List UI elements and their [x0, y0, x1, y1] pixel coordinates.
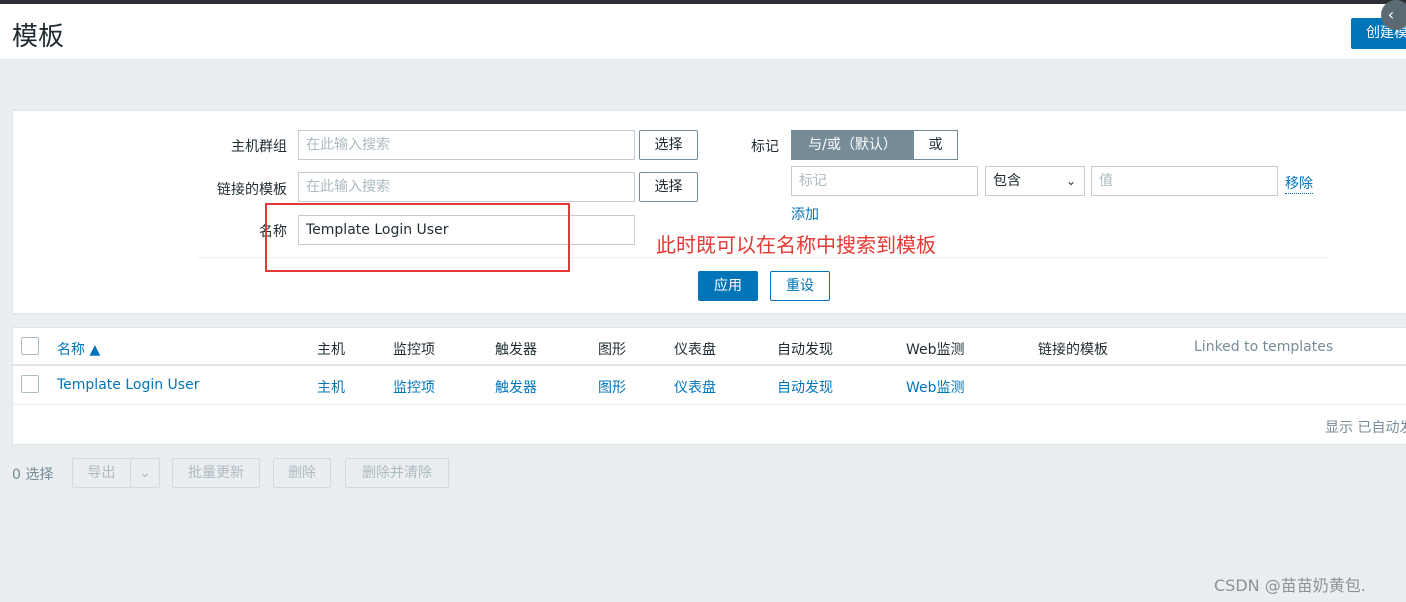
column-header-items: 监控项 [393, 342, 435, 358]
column-header-linked-to-templates: Linked to templates [1194, 339, 1334, 355]
column-header-triggers: 触发器 [495, 342, 537, 358]
triggers-link[interactable]: 触发器 [495, 377, 537, 397]
delete-and-clear-button[interactable]: 删除并清除 [345, 458, 449, 488]
linked-templates-select-button[interactable]: 选择 [639, 172, 698, 202]
filter-panel: 主机群组 在此输入搜索 选择 链接的模板 在此输入搜索 选择 名称 Templa… [12, 110, 1406, 314]
templates-table: 名称 ▲ 主机 监控项 触发器 图形 仪表盘 自动发现 Web监测 链接的模板 … [12, 327, 1406, 445]
discovery-link[interactable]: 自动发现 [777, 377, 833, 397]
apply-button[interactable]: 应用 [698, 271, 758, 301]
tag-remove-link[interactable]: 移除 [1285, 173, 1313, 194]
column-header-discovery: 自动发现 [777, 342, 833, 358]
graphs-link[interactable]: 图形 [598, 377, 626, 397]
column-header-web: Web监测 [906, 342, 965, 358]
column-header-name[interactable]: 名称 ▲ [57, 339, 100, 359]
host-groups-input[interactable]: 在此输入搜索 [298, 130, 635, 160]
column-header-linked-templates: 链接的模板 [1038, 342, 1108, 358]
page-header: 模板 创建模板 [0, 4, 1406, 60]
linked-templates-input[interactable]: 在此输入搜索 [298, 172, 635, 202]
dashboards-link[interactable]: 仪表盘 [674, 377, 716, 397]
column-header-hosts: 主机 [317, 342, 345, 358]
host-groups-label: 主机群组 [231, 139, 287, 155]
mass-update-button[interactable]: 批量更新 [172, 458, 260, 488]
items-link[interactable]: 监控项 [393, 377, 435, 397]
hosts-link[interactable]: 主机 [317, 377, 345, 397]
row-separator [13, 404, 1406, 405]
template-name-link[interactable]: Template Login User [57, 377, 199, 393]
tags-mode-or-button[interactable]: 或 [913, 130, 958, 160]
tag-add-link[interactable]: 添加 [791, 204, 819, 224]
column-header-graphs: 图形 [598, 342, 626, 358]
delete-button[interactable]: 删除 [273, 458, 331, 488]
export-button[interactable]: 导出 [72, 458, 131, 488]
annotation-text: 此时既可以在名称中搜索到模板 [656, 233, 936, 257]
chevron-down-icon: ⌄ [1065, 174, 1076, 188]
table-header-separator [13, 364, 1406, 366]
chevron-left-icon[interactable]: ‹ [1381, 0, 1406, 30]
web-link[interactable]: Web监测 [906, 377, 965, 397]
chevron-down-icon: ⌄ [139, 465, 151, 481]
watermark: CSDN @苗苗奶黄包. [1214, 576, 1366, 595]
tags-label: 标记 [751, 139, 779, 155]
reset-button[interactable]: 重设 [770, 271, 830, 301]
page-title: 模板 [12, 22, 65, 52]
display-info: 显示 已自动发现 [1325, 420, 1406, 436]
tag-value-input[interactable]: 值 [1091, 166, 1278, 196]
selected-count: 0 选择 [12, 467, 54, 483]
linked-templates-label: 链接的模板 [217, 182, 287, 198]
column-header-dashboards: 仪表盘 [674, 342, 716, 358]
tags-mode-and-or-button[interactable]: 与/或（默认） [791, 130, 914, 160]
tag-operator-value: 包含 [993, 173, 1021, 189]
select-all-checkbox[interactable] [21, 337, 39, 355]
tag-operator-select[interactable]: 包含 ⌄ [985, 166, 1085, 196]
tag-name-input[interactable]: 标记 [791, 166, 978, 196]
export-dropdown-button[interactable]: ⌄ [130, 458, 160, 488]
row-checkbox[interactable] [21, 375, 39, 393]
highlight-box [265, 203, 570, 272]
